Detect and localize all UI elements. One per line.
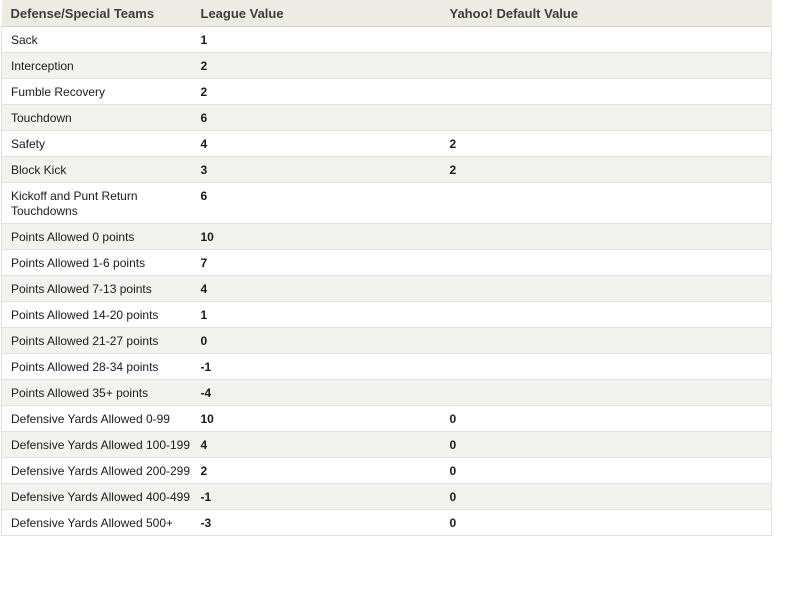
league-value-cell: -1: [191, 483, 441, 510]
table-row: Points Allowed 0 points 10: [1, 223, 772, 250]
default-value-cell: 2: [440, 130, 772, 157]
league-value-cell: 6: [191, 182, 441, 224]
table-row: Defensive Yards Allowed 0-99 10 0: [1, 405, 772, 432]
default-value-cell: [440, 52, 772, 79]
league-value-cell: 2: [191, 52, 441, 79]
header-league-value: League Value: [191, 0, 441, 27]
header-stat: Defense/Special Teams: [1, 0, 192, 27]
scoring-settings-table: Defense/Special Teams League Value Yahoo…: [1, 0, 772, 536]
default-value-cell: [440, 104, 772, 131]
table-row: Touchdown 6: [1, 104, 772, 131]
stat-name-cell: Points Allowed 35+ points: [1, 379, 192, 406]
default-value-cell: 0: [440, 509, 772, 536]
default-value-cell: [440, 78, 772, 105]
league-value-cell: 1: [191, 301, 441, 328]
default-value-cell: [440, 223, 772, 250]
league-value-cell: 1: [191, 26, 441, 53]
table-row: Points Allowed 35+ points -4: [1, 379, 772, 406]
league-value-cell: 2: [191, 457, 441, 484]
stat-name-cell: Safety: [1, 130, 192, 157]
default-value-cell: [440, 182, 772, 224]
stat-name-cell: Defensive Yards Allowed 0-99: [1, 405, 192, 432]
stat-name-cell: Points Allowed 0 points: [1, 223, 192, 250]
stat-name-cell: Points Allowed 28-34 points: [1, 353, 192, 380]
table-body: Sack 1 Interception 2 Fumble Recovery 2 Touchd…: [1, 26, 772, 536]
stat-name-cell: Points Allowed 7-13 points: [1, 275, 192, 302]
table-row: Defensive Yards Allowed 100-199 4 0: [1, 431, 772, 458]
league-value-cell: -3: [191, 509, 441, 536]
league-value-cell: 4: [191, 431, 441, 458]
league-value-cell: -1: [191, 353, 441, 380]
default-value-cell: [440, 327, 772, 354]
table-row: Defensive Yards Allowed 500+ -3 0: [1, 509, 772, 536]
stat-name-cell: Block Kick: [1, 156, 192, 183]
table-row: Defensive Yards Allowed 200-299 2 0: [1, 457, 772, 484]
stat-name-cell: Interception: [1, 52, 192, 79]
league-value-cell: 3: [191, 156, 441, 183]
default-value-cell: [440, 249, 772, 276]
table-row: Block Kick 3 2: [1, 156, 772, 183]
table-row: Sack 1: [1, 26, 772, 53]
stat-name-cell: Fumble Recovery: [1, 78, 192, 105]
table-row: Interception 2: [1, 52, 772, 79]
league-value-cell: 7: [191, 249, 441, 276]
header-default-value: Yahoo! Default Value: [440, 0, 772, 27]
stat-name-cell: Defensive Yards Allowed 200-299: [1, 457, 192, 484]
table-row: Points Allowed 7-13 points 4: [1, 275, 772, 302]
default-value-cell: [440, 353, 772, 380]
default-value-cell: 0: [440, 405, 772, 432]
default-value-cell: [440, 301, 772, 328]
stat-name-cell: Kickoff and Punt Return Touchdowns: [1, 182, 192, 224]
table-row: Defensive Yards Allowed 400-499 -1 0: [1, 483, 772, 510]
stat-name-cell: Points Allowed 1-6 points: [1, 249, 192, 276]
table-row: Kickoff and Punt Return Touchdowns 6: [1, 182, 772, 224]
stat-name-cell: Defensive Yards Allowed 100-199: [1, 431, 192, 458]
table-row: Points Allowed 1-6 points 7: [1, 249, 772, 276]
league-value-cell: -4: [191, 379, 441, 406]
league-value-cell: 10: [191, 405, 441, 432]
table-row: Safety 4 2: [1, 130, 772, 157]
default-value-cell: [440, 275, 772, 302]
header-row: Defense/Special Teams League Value Yahoo…: [1, 0, 772, 27]
default-value-cell: 0: [440, 483, 772, 510]
league-value-cell: 10: [191, 223, 441, 250]
stat-name-cell: Defensive Yards Allowed 500+: [1, 509, 192, 536]
default-value-cell: [440, 26, 772, 53]
table-row: Fumble Recovery 2: [1, 78, 772, 105]
table-row: Points Allowed 28-34 points -1: [1, 353, 772, 380]
league-value-cell: 4: [191, 130, 441, 157]
table-row: Points Allowed 21-27 points 0: [1, 327, 772, 354]
default-value-cell: 0: [440, 457, 772, 484]
table-header: Defense/Special Teams League Value Yahoo…: [1, 0, 772, 27]
default-value-cell: 0: [440, 431, 772, 458]
stat-name-cell: Touchdown: [1, 104, 192, 131]
default-value-cell: 2: [440, 156, 772, 183]
stat-name-cell: Points Allowed 14-20 points: [1, 301, 192, 328]
league-value-cell: 4: [191, 275, 441, 302]
default-value-cell: [440, 379, 772, 406]
league-value-cell: 6: [191, 104, 441, 131]
stat-name-cell: Points Allowed 21-27 points: [1, 327, 192, 354]
stat-name-cell: Sack: [1, 26, 192, 53]
stat-name-cell: Defensive Yards Allowed 400-499: [1, 483, 192, 510]
league-value-cell: 2: [191, 78, 441, 105]
table-row: Points Allowed 14-20 points 1: [1, 301, 772, 328]
league-value-cell: 0: [191, 327, 441, 354]
